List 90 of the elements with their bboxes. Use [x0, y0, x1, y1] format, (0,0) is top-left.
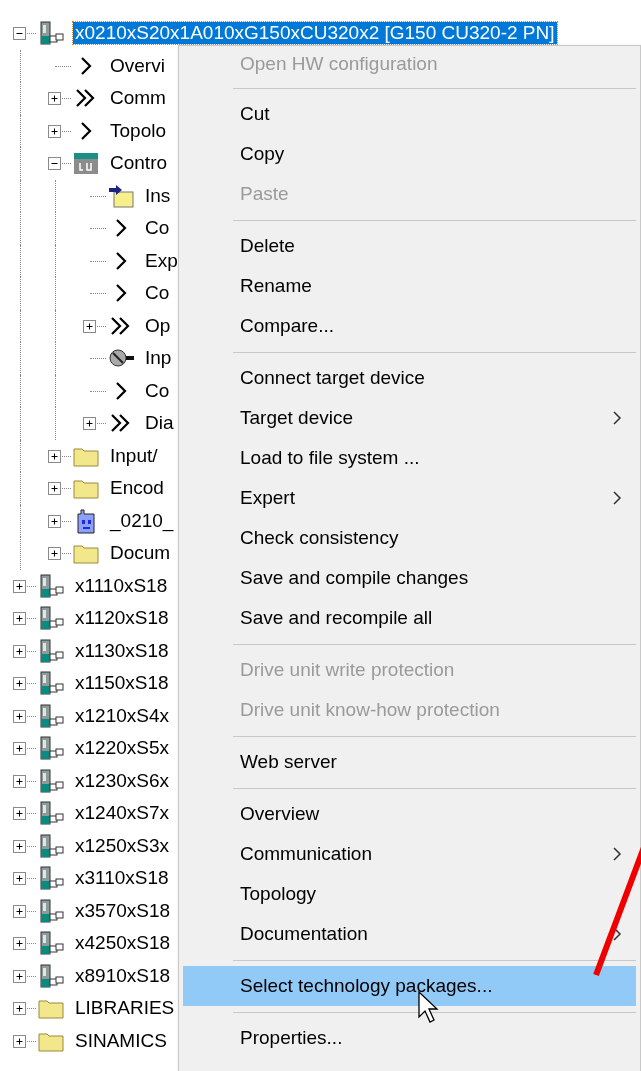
- menu-item[interactable]: Load to file system ...: [183, 438, 636, 478]
- expand-icon[interactable]: [48, 547, 61, 560]
- menu-item[interactable]: Web server: [183, 742, 636, 782]
- tree-item[interactable]: x8910xS18: [73, 964, 173, 987]
- expand-icon[interactable]: [13, 937, 26, 950]
- tree-item[interactable]: Comm: [108, 87, 168, 110]
- expand-icon[interactable]: [83, 417, 96, 430]
- expand-icon[interactable]: [13, 677, 26, 690]
- tree-item[interactable]: x1240xS7x: [73, 802, 171, 825]
- expand-icon[interactable]: [13, 742, 26, 755]
- expand-icon[interactable]: [48, 514, 61, 528]
- expand-icon[interactable]: [48, 449, 61, 463]
- tree-item[interactable]: x1150xS18: [73, 672, 171, 695]
- expand-icon[interactable]: [13, 612, 26, 625]
- tree-item[interactable]: Contro: [108, 152, 170, 175]
- tree-item[interactable]: Co: [143, 217, 172, 240]
- device-icon: [37, 636, 65, 665]
- menu-item[interactable]: Target device: [183, 398, 636, 438]
- device-icon: [37, 929, 65, 958]
- tree-item[interactable]: x1130xS18: [73, 639, 171, 662]
- device-icon: [37, 604, 65, 633]
- device-icon: [37, 701, 65, 730]
- expand-icon[interactable]: [13, 709, 26, 723]
- tree-item[interactable]: Docum: [108, 542, 173, 565]
- menu-item[interactable]: Overview: [183, 794, 636, 834]
- device-icon: [37, 961, 65, 990]
- menu-item[interactable]: Select technology packages...: [183, 966, 636, 1006]
- tree-item[interactable]: x1230xS6x: [73, 769, 171, 792]
- expand-icon[interactable]: [48, 124, 61, 138]
- menu-item[interactable]: Copy: [183, 134, 636, 174]
- tree-item[interactable]: Inp: [143, 347, 174, 370]
- tree-item[interactable]: x1220xS5x: [73, 737, 171, 760]
- device-icon: [37, 831, 65, 860]
- menu-item[interactable]: Rename: [183, 266, 636, 306]
- collapse-icon[interactable]: [48, 157, 61, 170]
- tree-item[interactable]: x4250xS18: [73, 932, 173, 955]
- tree-item[interactable]: LIBRARIES: [73, 997, 177, 1020]
- menu-item[interactable]: Documentation: [183, 914, 636, 954]
- tree-item[interactable]: Co: [143, 282, 172, 305]
- tree-item[interactable]: Co: [143, 379, 172, 402]
- menu-item[interactable]: Compare...: [183, 306, 636, 346]
- tree-item[interactable]: Op: [143, 314, 173, 337]
- device-icon: [37, 766, 65, 795]
- device-icon: [37, 19, 65, 48]
- menu-item[interactable]: Properties...: [183, 1018, 636, 1058]
- tree-item[interactable]: Input/: [108, 444, 160, 467]
- tree-item[interactable]: _0210_: [108, 509, 176, 532]
- tree-item[interactable]: x1250xS3x: [73, 834, 171, 857]
- expand-icon[interactable]: [13, 579, 26, 593]
- expand-icon[interactable]: [13, 644, 26, 658]
- menu-item[interactable]: Connect target device: [183, 358, 636, 398]
- device-icon: [37, 734, 65, 763]
- expand-icon[interactable]: [13, 872, 26, 885]
- tree-item[interactable]: x1110xS18: [73, 574, 170, 597]
- tree-item[interactable]: x1210xS4x: [73, 704, 171, 727]
- device-icon: [37, 799, 65, 828]
- tree-item[interactable]: SINAMICS: [73, 1029, 169, 1052]
- device-icon: [37, 571, 65, 600]
- menu-item[interactable]: Check consistency: [183, 518, 636, 558]
- menu-item[interactable]: Expert: [183, 478, 636, 518]
- tree-item[interactable]: Overvi: [108, 54, 167, 77]
- menu-item[interactable]: Save and compile changes: [183, 558, 636, 598]
- expand-icon[interactable]: [13, 807, 26, 820]
- menu-item[interactable]: Topology: [183, 874, 636, 914]
- device-icon: [37, 896, 65, 925]
- expand-icon[interactable]: [13, 839, 26, 853]
- expand-icon[interactable]: [13, 969, 26, 983]
- expand-icon[interactable]: [13, 1034, 26, 1048]
- menu-item[interactable]: Delete: [183, 226, 636, 266]
- expand-icon[interactable]: [48, 92, 61, 105]
- expand-icon[interactable]: [13, 1002, 26, 1015]
- tree-item[interactable]: Dia: [143, 412, 176, 435]
- collapse-icon[interactable]: [13, 27, 26, 40]
- expand-icon[interactable]: [13, 904, 26, 918]
- device-icon: [37, 669, 65, 698]
- menu-item[interactable]: Save and recompile all: [183, 598, 636, 638]
- tree-item[interactable]: Encod: [108, 477, 166, 500]
- expand-icon[interactable]: [13, 774, 26, 788]
- tree-item[interactable]: x3110xS18: [73, 867, 171, 890]
- tree-item[interactable]: x1120xS18: [73, 607, 171, 630]
- expand-icon[interactable]: [83, 319, 96, 333]
- menu-item[interactable]: Communication: [183, 834, 636, 874]
- expand-icon[interactable]: [48, 482, 61, 495]
- tree-item[interactable]: x3570xS18: [73, 899, 173, 922]
- tree-item[interactable]: Ins: [143, 184, 173, 207]
- tree-item[interactable]: x0210xS20x1A010xG150xCU320x2 [G150 CU320-2 PN]: [73, 22, 557, 45]
- tree-item[interactable]: Topolo: [108, 119, 168, 142]
- tree-item[interactable]: Exp: [143, 249, 180, 272]
- device-icon: [37, 864, 65, 893]
- menu-item[interactable]: Cut: [183, 94, 636, 134]
